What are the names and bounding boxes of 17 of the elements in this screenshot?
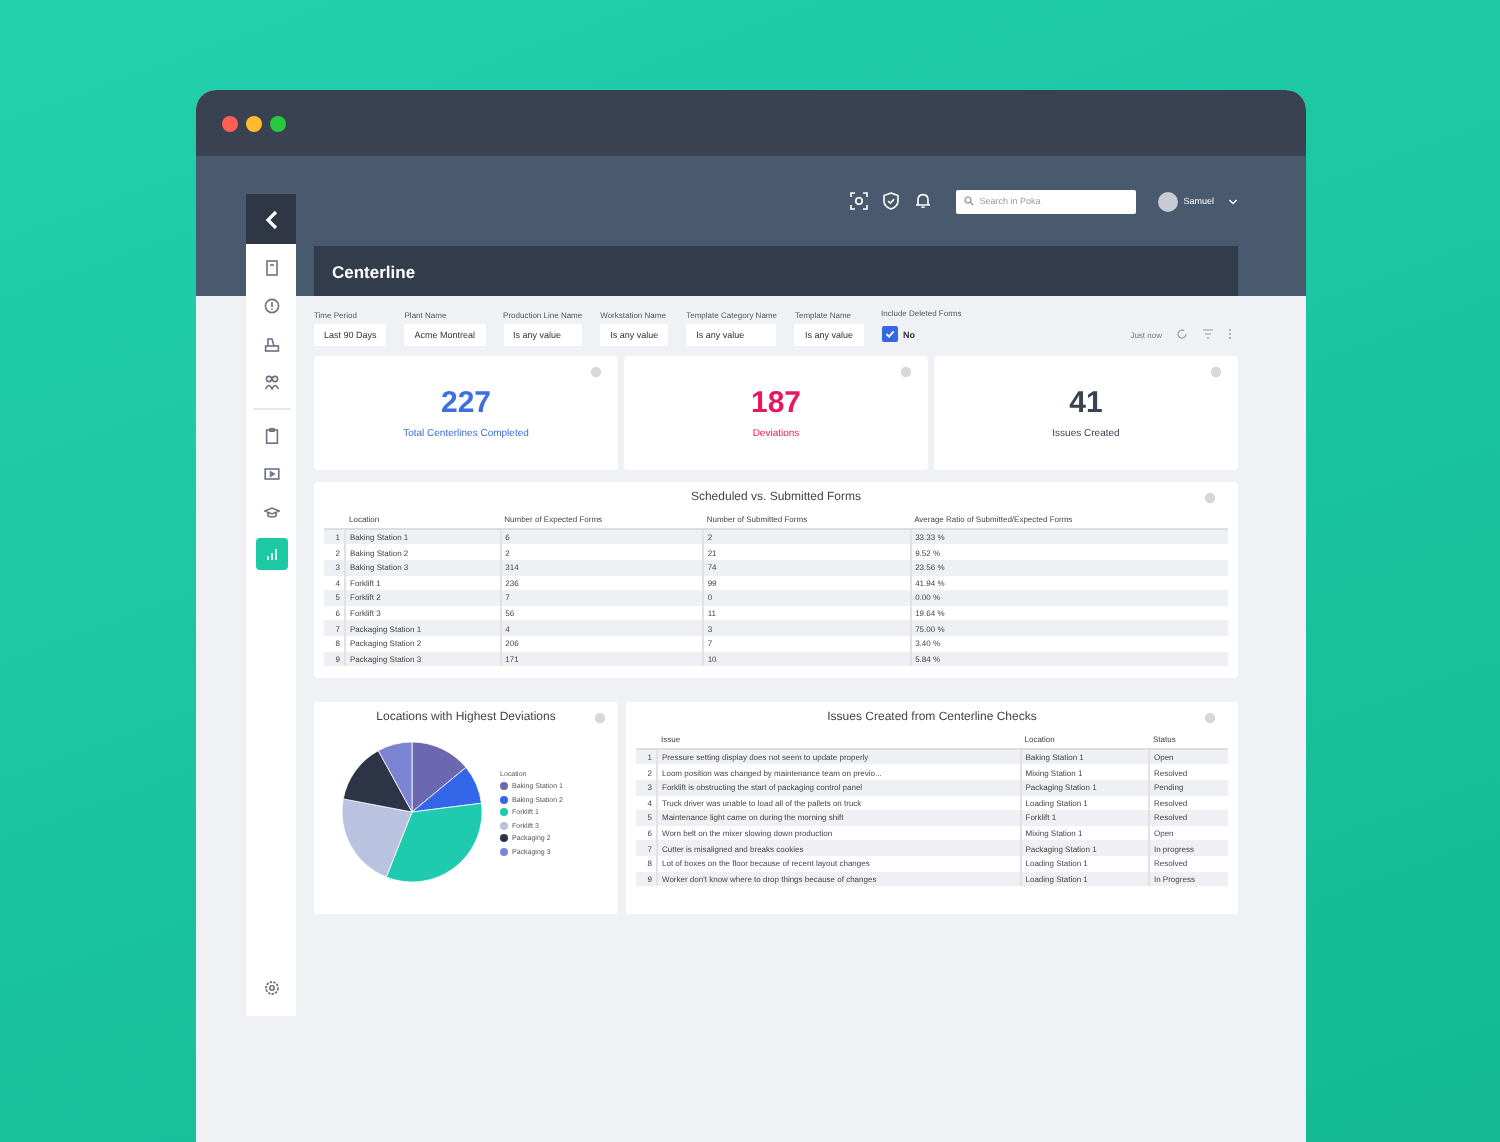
checkbox[interactable] <box>881 326 897 342</box>
pie-chart <box>341 741 483 883</box>
bell-icon[interactable] <box>913 192 932 210</box>
close-dot-icon[interactable] <box>222 115 238 131</box>
avatar-icon[interactable] <box>1157 191 1178 211</box>
minimize-dot-icon[interactable] <box>246 115 262 131</box>
scan-icon[interactable] <box>849 192 868 210</box>
maximize-dot-icon[interactable] <box>270 115 286 131</box>
kpi-value: 227 <box>440 386 492 420</box>
caret-icon[interactable] <box>1228 197 1238 205</box>
video-icon[interactable] <box>258 462 284 486</box>
settings-icon[interactable] <box>263 980 279 996</box>
back-button[interactable] <box>246 194 296 244</box>
page-title: Centerline <box>332 261 416 281</box>
kpi-value: 41 <box>1069 386 1103 420</box>
shield-icon[interactable] <box>881 192 900 210</box>
kpi-value: 187 <box>750 386 802 420</box>
